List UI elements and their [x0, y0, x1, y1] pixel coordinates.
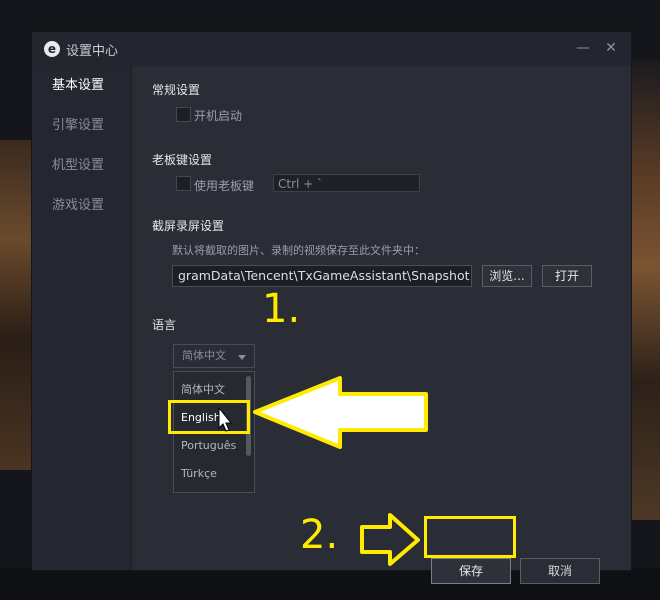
- mouse-cursor-icon: [218, 406, 233, 432]
- left-arrow-icon: [253, 376, 428, 449]
- right-arrow-icon: [360, 513, 420, 566]
- annotation-arrows: [218, 376, 428, 566]
